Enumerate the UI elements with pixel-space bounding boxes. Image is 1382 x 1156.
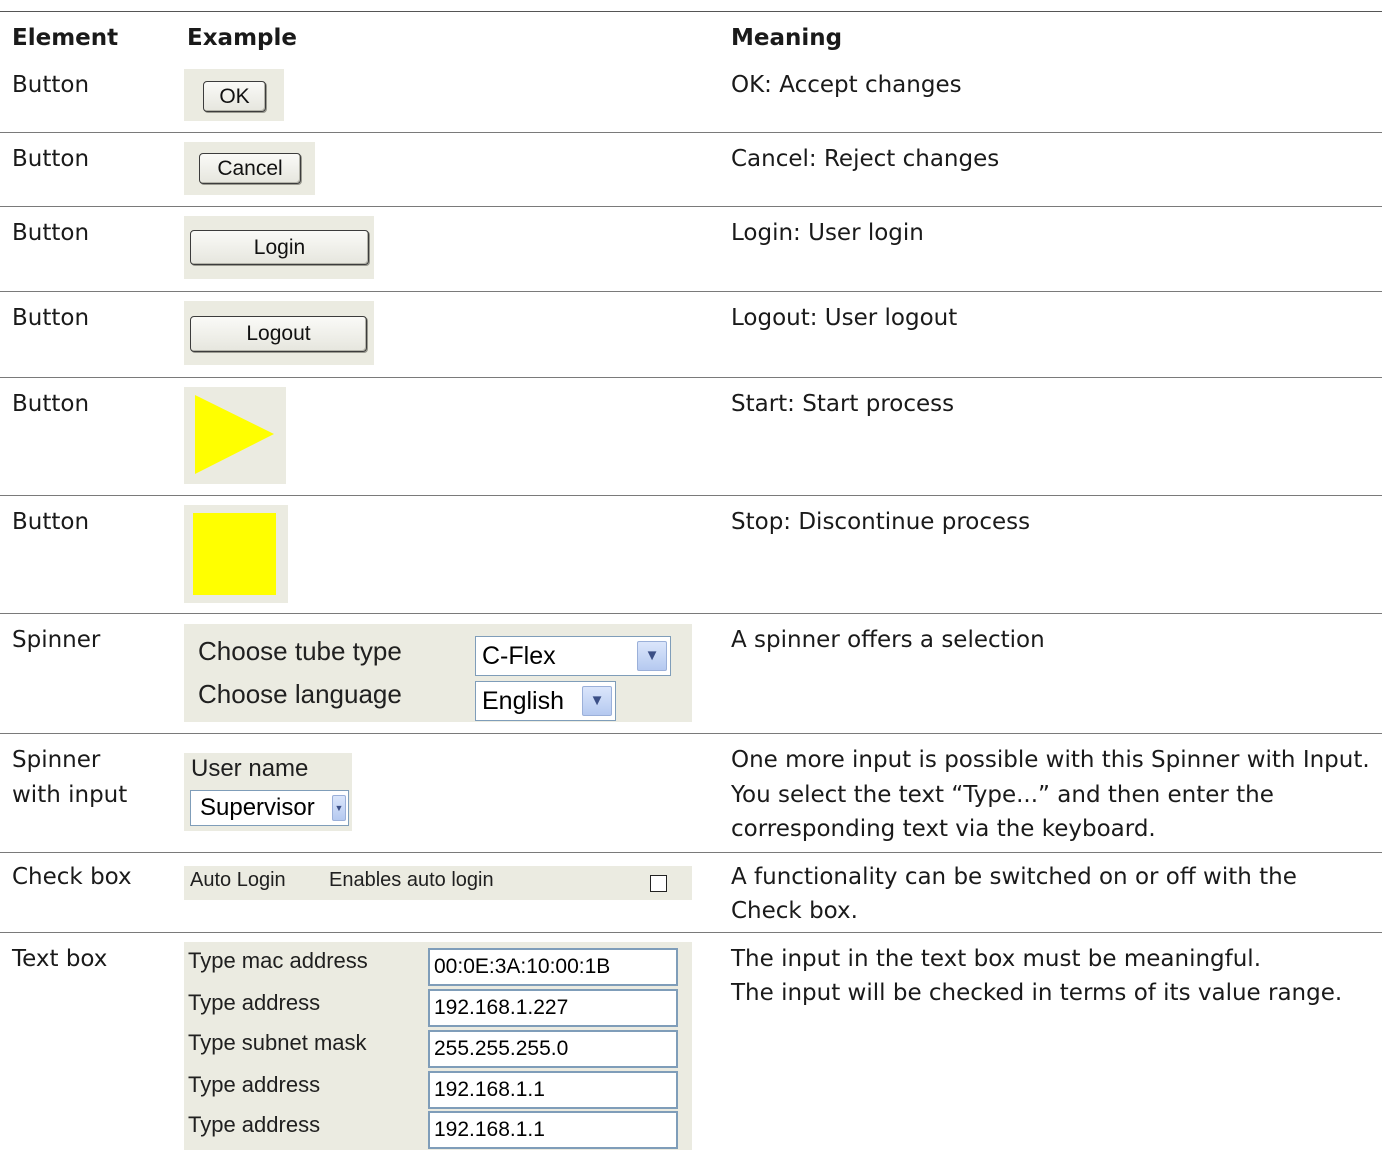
stop-square-icon[interactable] xyxy=(193,513,276,595)
row-rule xyxy=(0,132,1382,133)
meaning-text: Stop: Discontinue process xyxy=(731,509,1031,535)
element-name: Text box xyxy=(12,946,108,972)
column-header-meaning: Meaning xyxy=(731,25,843,51)
ip-address-field[interactable]: 192.168.1.227 xyxy=(428,989,678,1027)
auto-login-description: Enables auto login xyxy=(329,869,494,891)
tube-type-label: Choose tube type xyxy=(198,636,402,666)
meaning-text: A spinner offers a selection xyxy=(731,627,1045,653)
user-name-label: User name xyxy=(191,755,309,782)
meaning-text-line2: The input will be checked in terms of it… xyxy=(731,980,1343,1006)
cancel-button[interactable]: Cancel xyxy=(199,153,301,184)
table-top-rule xyxy=(0,11,1382,12)
row-rule xyxy=(0,733,1382,734)
column-header-element: Element xyxy=(12,25,119,51)
chevron-down-icon[interactable]: ▼ xyxy=(637,641,667,671)
row-rule xyxy=(0,291,1382,292)
user-name-combo[interactable]: Supervisor ▼ xyxy=(190,790,349,826)
logout-button[interactable]: Logout xyxy=(190,316,367,352)
row-rule xyxy=(0,495,1382,496)
field-label: Type address xyxy=(188,990,321,1015)
example-panel xyxy=(184,505,288,603)
element-name: Button xyxy=(12,391,90,417)
element-name: Button xyxy=(12,305,90,331)
chevron-down-icon[interactable]: ▼ xyxy=(332,795,346,821)
element-name: Button xyxy=(12,72,90,98)
mac-address-field[interactable]: 00:0E:3A:10:00:1B xyxy=(428,948,678,986)
field-label: Type mac address xyxy=(188,948,368,973)
row-rule xyxy=(0,613,1382,614)
element-name: Button xyxy=(12,220,90,246)
field-label: Type subnet mask xyxy=(188,1030,367,1055)
meaning-text-line1: The input in the text box must be meanin… xyxy=(731,946,1262,972)
meaning-text: OK: Accept changes xyxy=(731,72,962,98)
element-name: Button xyxy=(12,146,90,172)
example-panel: Type mac address 00:0E:3A:10:00:1B Type … xyxy=(184,942,692,1150)
chevron-down-icon[interactable]: ▼ xyxy=(582,686,612,716)
example-panel: Choose tube type C-Flex ▼ Choose languag… xyxy=(184,624,692,722)
meaning-text: Login: User login xyxy=(731,220,924,246)
dns-address-field[interactable]: 192.168.1.1 xyxy=(428,1111,678,1149)
example-panel: Auto Login Enables auto login xyxy=(184,866,692,900)
example-panel: Logout xyxy=(184,301,374,365)
tube-type-value: C-Flex xyxy=(482,642,556,670)
row-rule xyxy=(0,932,1382,933)
user-name-value: Supervisor xyxy=(200,794,315,821)
meaning-text-line1: One more input is possible with this Spi… xyxy=(731,747,1370,773)
row-rule xyxy=(0,377,1382,378)
meaning-text: Cancel: Reject changes xyxy=(731,146,1000,172)
meaning-text-line2: You select the text “Type...” and then e… xyxy=(731,782,1274,808)
meaning-text-line3: corresponding text via the keyboard. xyxy=(731,816,1156,842)
ok-button[interactable]: OK xyxy=(203,81,266,112)
meaning-text: Start: Start process xyxy=(731,391,955,417)
login-button[interactable]: Login xyxy=(190,230,369,265)
language-select[interactable]: English ▼ xyxy=(475,681,616,721)
gateway-address-field[interactable]: 192.168.1.1 xyxy=(428,1071,678,1109)
play-triangle-icon[interactable] xyxy=(184,387,286,484)
auto-login-checkbox[interactable] xyxy=(650,875,667,892)
field-label: Type address xyxy=(188,1072,321,1097)
auto-login-label: Auto Login xyxy=(190,869,286,891)
language-label: Choose language xyxy=(198,679,402,709)
meaning-text: Logout: User logout xyxy=(731,305,958,331)
element-name-line1: Spinner xyxy=(12,747,101,773)
element-name: Spinner xyxy=(12,627,101,653)
row-rule xyxy=(0,852,1382,853)
example-panel xyxy=(184,387,286,484)
field-label: Type address xyxy=(188,1112,321,1137)
example-panel: Login xyxy=(184,216,374,279)
element-name-line2: with input xyxy=(12,782,128,808)
tube-type-select[interactable]: C-Flex ▼ xyxy=(475,636,671,676)
column-header-example: Example xyxy=(187,25,297,51)
language-value: English xyxy=(482,687,564,715)
subnet-mask-field[interactable]: 255.255.255.0 xyxy=(428,1030,678,1068)
element-name: Check box xyxy=(12,864,132,890)
example-panel: Cancel xyxy=(184,142,315,195)
meaning-text-line2: Check box. xyxy=(731,898,858,924)
row-rule xyxy=(0,206,1382,207)
example-panel: OK xyxy=(184,69,284,121)
meaning-text-line1: A functionality can be switched on or of… xyxy=(731,864,1297,890)
example-panel: User name Supervisor ▼ xyxy=(184,753,352,831)
element-name: Button xyxy=(12,509,90,535)
